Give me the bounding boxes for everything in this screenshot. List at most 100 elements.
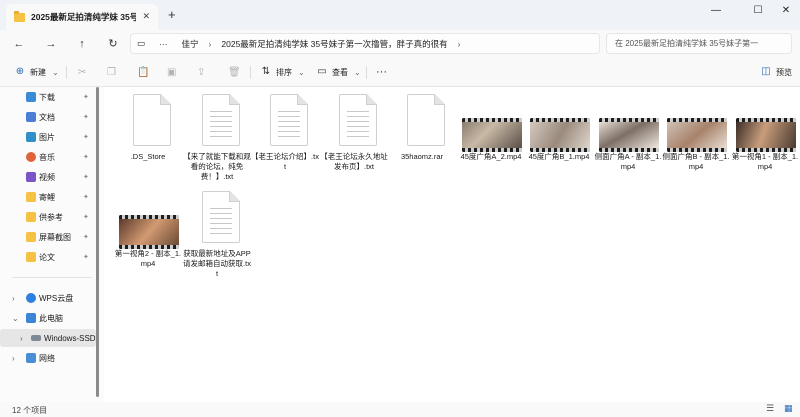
- back-button[interactable]: ←: [10, 35, 28, 53]
- text-file-icon: [202, 94, 240, 146]
- tab-close-button[interactable]: ✕: [142, 11, 150, 22]
- new-tab-button[interactable]: +: [168, 7, 176, 22]
- share-icon: ⇪: [197, 66, 206, 78]
- file-item[interactable]: 获取最新地址及APP请发邮箱自动获取.txt: [183, 185, 251, 285]
- search-input[interactable]: 在 2025最新足拍清纯学妹 35号妹子第一: [606, 33, 792, 54]
- pin-icon: ✦: [83, 194, 89, 201]
- chevron-right-icon[interactable]: ›: [20, 334, 23, 343]
- sidebar-item-downloads[interactable]: 下载 ✦: [0, 88, 96, 106]
- preview-button[interactable]: ◫ 预览: [760, 64, 792, 80]
- folder-icon: [26, 232, 36, 242]
- file-item[interactable]: 侧面广角B - 副本_1.mp4: [662, 88, 730, 188]
- breadcrumb-separator[interactable]: ›: [209, 39, 212, 49]
- file-item[interactable]: 35haomz.rar: [388, 88, 456, 188]
- sidebar-item-pictures[interactable]: 图片 ✦: [0, 128, 96, 146]
- file-name: 第一视角1 - 副本_1.mp4: [731, 152, 799, 171]
- cloud-icon: [26, 293, 36, 303]
- file-name: 【来了就能下载和观看的论坛，纯免费！】.txt: [183, 152, 251, 181]
- file-item[interactable]: 【老王论坛介绍】.txt: [251, 88, 319, 188]
- sidebar-item-music[interactable]: 音乐 ✦: [0, 148, 96, 166]
- sidebar-item-this-pc[interactable]: ⌄ 此电脑: [0, 309, 96, 327]
- computer-icon: [26, 313, 36, 323]
- preview-pane-icon: ◫: [761, 66, 771, 77]
- paste-icon: 📋: [137, 66, 150, 78]
- video-thumbnail: [462, 118, 522, 152]
- pin-icon: ✦: [83, 174, 89, 181]
- copy-icon: ❐: [107, 66, 116, 78]
- copy-button[interactable]: ❐: [107, 64, 116, 80]
- sidebar-item-screenshots[interactable]: 屏幕截图 ✦: [0, 228, 96, 246]
- file-name: 【老王论坛介绍】.txt: [251, 152, 319, 171]
- file-list: .DS_Store 【来了就能下载和观看的论坛，纯免费！】.txt 【老王论坛介…: [104, 87, 800, 402]
- up-button[interactable]: ↑: [73, 35, 91, 53]
- chevron-right-icon[interactable]: ›: [12, 354, 15, 363]
- file-name: 【老王论坛永久地址发布页】.txt: [320, 152, 388, 171]
- sidebar-item-windows-ssd[interactable]: › Windows-SSD: [0, 329, 96, 347]
- file-item[interactable]: 第一视角1 - 副本_1.mp4: [731, 88, 799, 188]
- sort-icon: ⇅: [261, 66, 271, 77]
- more-options-button[interactable]: ···: [376, 64, 387, 80]
- status-bar: 12 个项目 ☰ ▦: [0, 402, 800, 417]
- search-placeholder: 在 2025最新足拍清纯学妹 35号妹子第一: [615, 39, 759, 48]
- sidebar-item-videos[interactable]: 视频 ✦: [0, 168, 96, 186]
- file-name: 45度广角A_2.mp4: [460, 152, 522, 161]
- video-thumbnail: [667, 118, 727, 152]
- file-item[interactable]: 45度广角B_1.mp4: [525, 88, 593, 188]
- minimize-button[interactable]: —: [706, 3, 726, 19]
- address-bar[interactable]: ▭ ··· 佳宁 › 2025最新足拍清纯学妹 35号妹子第一次撸管，胖子真的很…: [130, 33, 600, 54]
- sidebar-item-folder[interactable]: 寄鲤 ✦: [0, 188, 96, 206]
- breadcrumb-item[interactable]: 2025最新足拍清纯学妹 35号妹子第一次撸管，胖子真的很有: [221, 38, 447, 50]
- folder-icon: [14, 10, 25, 22]
- file-item[interactable]: 【来了就能下载和观看的论坛，纯免费！】.txt: [183, 88, 251, 188]
- breadcrumb-separator[interactable]: ›: [458, 39, 461, 49]
- sort-button[interactable]: ⇅ 排序 ⌄: [260, 64, 305, 80]
- chevron-right-icon[interactable]: ›: [12, 294, 15, 303]
- document-icon: [26, 112, 36, 122]
- video-thumbnail: [736, 118, 796, 152]
- pin-icon: ✦: [83, 234, 89, 241]
- sidebar-item-wps-cloud[interactable]: › WPS云盘: [0, 289, 96, 307]
- breadcrumb-item[interactable]: 佳宁: [182, 38, 199, 50]
- breadcrumb-more[interactable]: ···: [159, 39, 168, 49]
- close-window-button[interactable]: ✕: [776, 3, 796, 19]
- blank-file-icon: [133, 94, 171, 146]
- pin-icon: ✦: [83, 214, 89, 221]
- computer-icon: ▭: [137, 38, 146, 48]
- view-icon: ▭: [317, 66, 327, 77]
- file-item[interactable]: 侧面广角A - 副本_1.mp4: [594, 88, 662, 188]
- rename-button[interactable]: ▣: [167, 64, 176, 80]
- sidebar-item-network[interactable]: › 网络: [0, 349, 96, 367]
- file-name: 获取最新地址及APP请发邮箱自动获取.txt: [183, 249, 251, 278]
- new-button[interactable]: ⊕ 新建 ⌄: [14, 64, 59, 80]
- cut-button[interactable]: ✂: [78, 64, 86, 80]
- file-item[interactable]: 45度广角A_2.mp4: [457, 88, 525, 188]
- plus-circle-icon: ⊕: [15, 66, 25, 77]
- divider: [250, 66, 251, 79]
- sidebar-scrollbar[interactable]: [96, 87, 99, 397]
- video-thumbnail: [599, 118, 659, 152]
- sidebar-item-papers[interactable]: 论文 ✦: [0, 248, 96, 266]
- delete-button[interactable]: 🗑: [228, 64, 241, 80]
- details-view-icon[interactable]: ☰: [766, 403, 774, 414]
- view-label: 查看: [332, 67, 348, 77]
- large-icons-view-icon[interactable]: ▦: [784, 403, 793, 414]
- sidebar-item-folder[interactable]: 供参考 ✦: [0, 208, 96, 226]
- file-item[interactable]: 第一视角2 - 副本_1.mp4: [114, 185, 182, 285]
- paste-button[interactable]: 📋: [137, 64, 149, 80]
- file-item[interactable]: 【老王论坛永久地址发布页】.txt: [320, 88, 388, 188]
- share-button[interactable]: ⇪: [197, 64, 205, 80]
- window-tab[interactable]: 2025最新足拍清纯学妹 35号妹 ✕: [6, 4, 158, 30]
- sidebar-item-documents[interactable]: 文档 ✦: [0, 108, 96, 126]
- forward-button[interactable]: →: [42, 35, 60, 53]
- file-item[interactable]: .DS_Store: [114, 88, 182, 188]
- refresh-button[interactable]: ↻: [104, 35, 122, 53]
- chevron-down-icon[interactable]: ⌄: [12, 314, 19, 323]
- network-icon: [26, 353, 36, 363]
- maximize-button[interactable]: ☐: [748, 3, 768, 19]
- pin-icon: ✦: [83, 94, 89, 101]
- video-thumbnail: [119, 215, 179, 249]
- navigation-pane: 下载 ✦ 文档 ✦ 图片 ✦ 音乐 ✦ 视频 ✦ 寄鲤 ✦ 供参考 ✦ 屏幕截图…: [0, 87, 104, 402]
- tab-title: 2025最新足拍清纯学妹 35号妹: [31, 12, 136, 22]
- pin-icon: ✦: [83, 154, 89, 161]
- view-button[interactable]: ▭ 查看 ⌄: [316, 64, 360, 80]
